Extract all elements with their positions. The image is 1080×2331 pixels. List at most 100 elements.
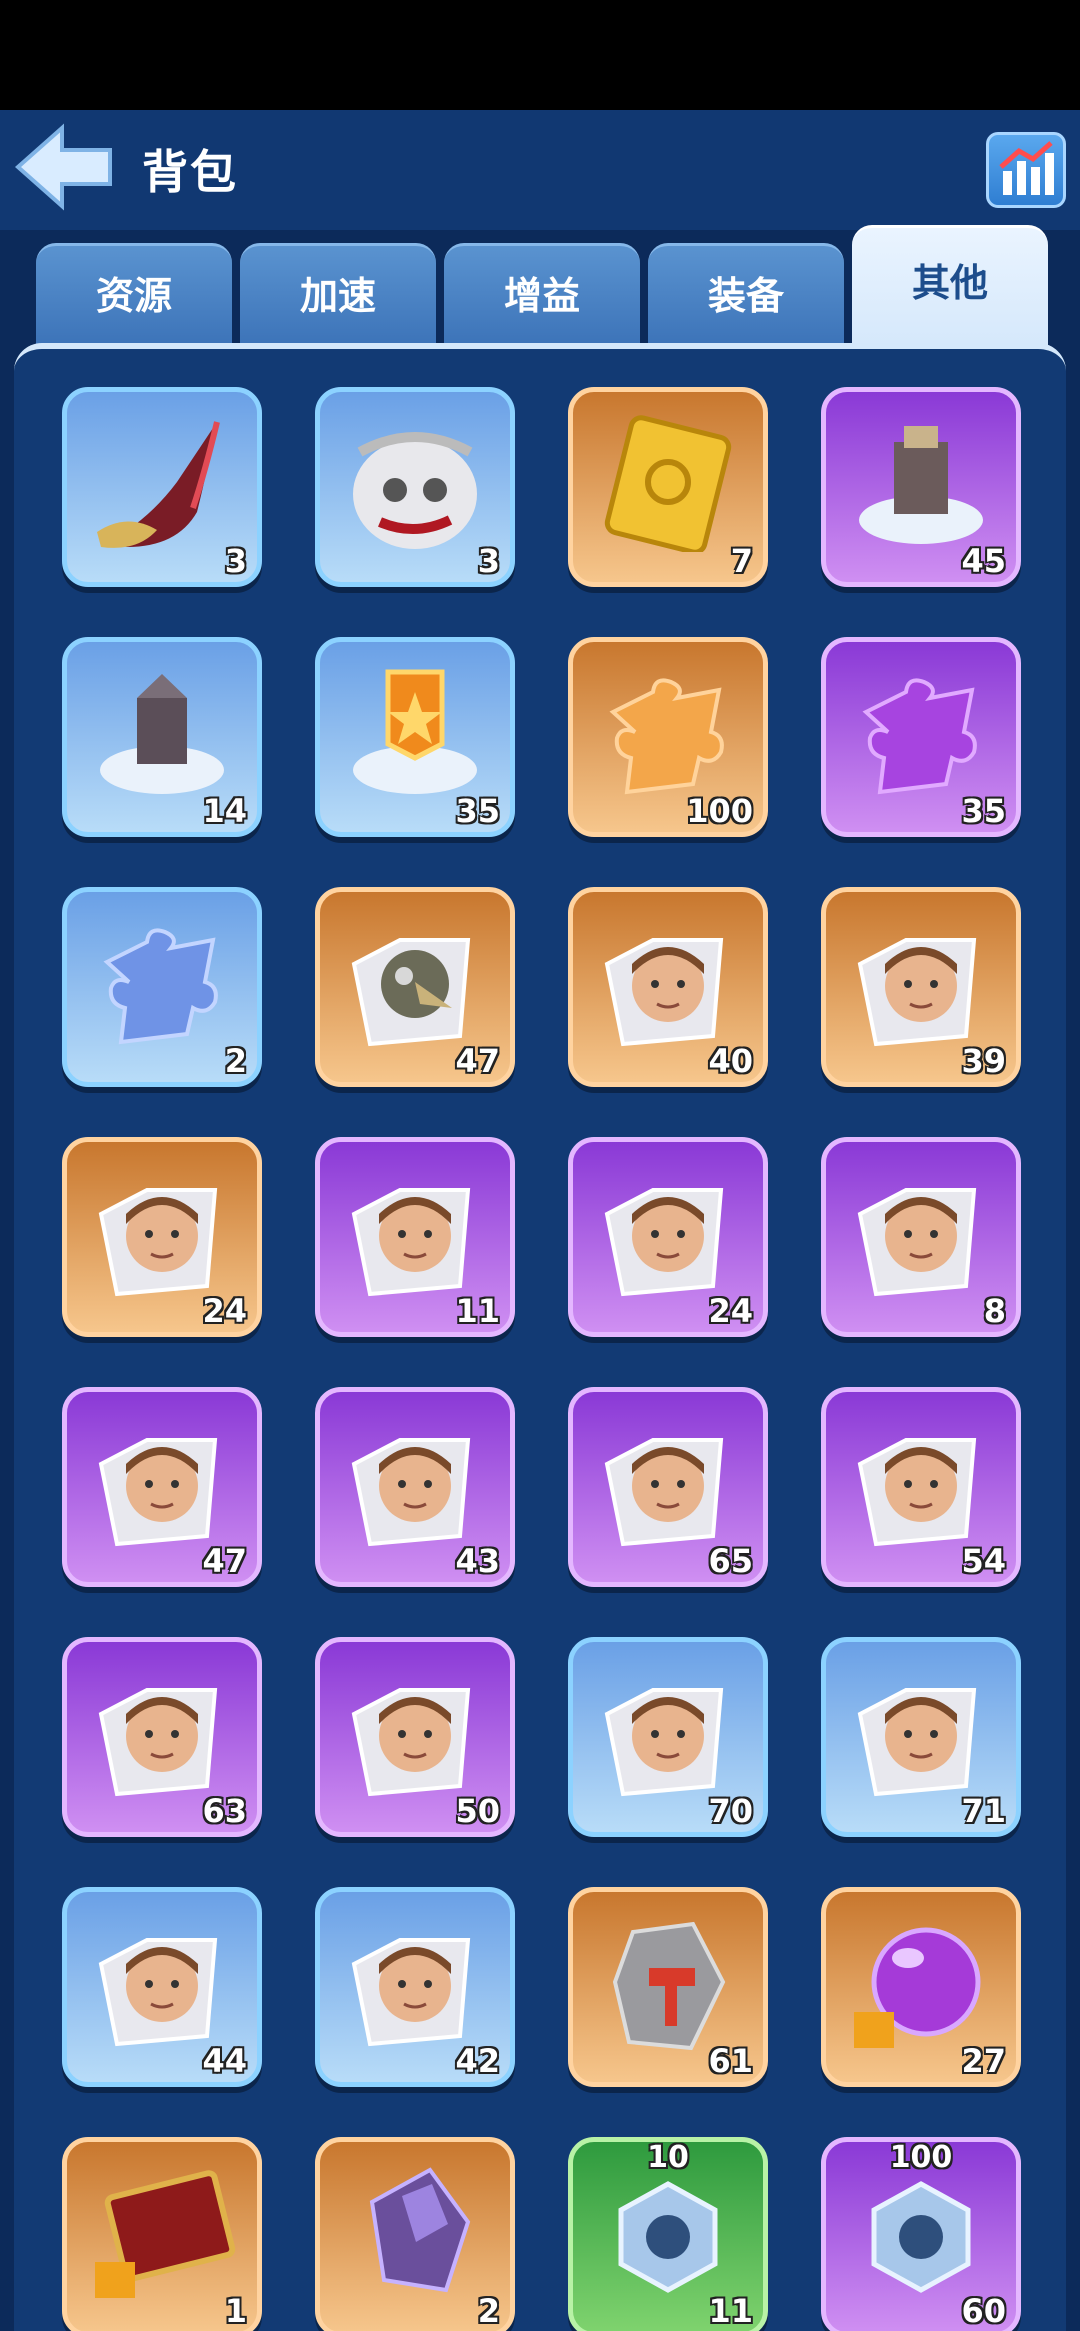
inventory-item[interactable]: 10 11 <box>568 2137 768 2331</box>
tab-bar: 资源 加速 增益 装备 其他 <box>0 225 1080 347</box>
inventory-item[interactable]: 3 <box>62 387 262 587</box>
hero-shard-icon <box>351 1938 471 2047</box>
tab-speedup[interactable]: 加速 <box>240 243 436 347</box>
inventory-item[interactable]: 44 <box>62 1887 262 2087</box>
inventory-item[interactable]: 11 <box>315 1137 515 1337</box>
hammer-stone-icon <box>612 1921 726 2051</box>
blue-puzzle-icon <box>103 928 218 1045</box>
item-count: 2 <box>224 1042 247 1080</box>
hero-shard-icon <box>604 1188 724 1297</box>
item-count: 11 <box>708 2292 753 2330</box>
stats-button[interactable] <box>986 132 1066 208</box>
inventory-item[interactable]: 24 <box>62 1137 262 1337</box>
tab-resources[interactable]: 资源 <box>36 243 232 347</box>
hero-shard-icon <box>857 1688 977 1797</box>
tab-other[interactable]: 其他 <box>852 225 1048 347</box>
item-count: 45 <box>961 542 1006 580</box>
inventory-item[interactable]: 40 <box>568 887 768 1087</box>
inventory-item[interactable]: 54 <box>821 1387 1021 1587</box>
item-count: 47 <box>455 1042 500 1080</box>
inventory-item[interactable]: 61 <box>568 1887 768 2087</box>
tab-boost[interactable]: 增益 <box>444 243 640 347</box>
building-relocate-icon <box>100 674 224 794</box>
item-count: 3 <box>224 542 247 580</box>
inventory-item[interactable]: 1 <box>62 2137 262 2331</box>
purple-orb-icon <box>854 1927 981 2048</box>
item-count: 44 <box>202 2042 247 2080</box>
item-count: 35 <box>455 792 500 830</box>
inventory-item[interactable]: 100 <box>568 637 768 837</box>
item-count: 63 <box>202 1792 247 1830</box>
item-count: 2 <box>477 2292 500 2330</box>
status-bar <box>0 0 1080 110</box>
item-count: 14 <box>202 792 247 830</box>
throne-relocate-icon <box>859 426 983 544</box>
banner-relocate-icon <box>353 669 477 794</box>
red-book-icon <box>95 2170 236 2298</box>
bar-chart-icon <box>999 141 1054 195</box>
inventory-item[interactable]: 50 <box>315 1637 515 1837</box>
hero-shard-icon <box>604 938 724 1047</box>
item-count: 39 <box>961 1042 1006 1080</box>
hero-shard-icon <box>857 1188 977 1297</box>
item-amount-label: 10 <box>647 2140 689 2175</box>
item-count: 71 <box>961 1792 1006 1830</box>
inventory-item[interactable]: 27 <box>821 1887 1021 2087</box>
item-amount-label: 100 <box>889 2140 953 2175</box>
item-count: 24 <box>202 1292 247 1330</box>
item-count: 61 <box>708 2042 753 2080</box>
item-count: 100 <box>686 792 753 830</box>
inventory-item[interactable]: 65 <box>568 1387 768 1587</box>
header: 背包 <box>0 110 1080 230</box>
inventory-item[interactable]: 39 <box>821 887 1021 1087</box>
page-title: 背包 <box>142 145 238 199</box>
inventory-item[interactable]: 35 <box>315 637 515 837</box>
gold-ticket-icon <box>604 415 732 552</box>
item-count: 7 <box>730 542 753 580</box>
item-count: 65 <box>708 1542 753 1580</box>
inventory-item[interactable]: 71 <box>821 1637 1021 1837</box>
item-count: 27 <box>961 2042 1006 2080</box>
hero-shard-icon <box>604 1688 724 1797</box>
inventory-item[interactable]: 47 <box>62 1387 262 1587</box>
inventory-item[interactable]: 8 <box>821 1137 1021 1337</box>
hero-shard-icon <box>857 938 977 1047</box>
hero-shard-icon <box>351 1438 471 1547</box>
inventory-item[interactable]: 14 <box>62 637 262 837</box>
purple-puzzle-icon <box>862 678 977 795</box>
inventory-item[interactable]: 7 <box>568 387 768 587</box>
tab-equipment[interactable]: 装备 <box>648 243 844 347</box>
item-count: 24 <box>708 1292 753 1330</box>
back-button[interactable] <box>14 122 114 212</box>
item-count: 1 <box>224 2292 247 2330</box>
hero-shard-icon <box>351 1188 471 1297</box>
inventory-item[interactable]: 3 <box>315 387 515 587</box>
inventory-item[interactable]: 45 <box>821 387 1021 587</box>
item-count: 8 <box>983 1292 1006 1330</box>
orange-puzzle-icon <box>609 678 724 795</box>
item-count: 43 <box>455 1542 500 1580</box>
inventory-item[interactable]: 100 60 <box>821 2137 1021 2331</box>
hero-shard-icon <box>98 1438 218 1547</box>
inventory-item[interactable]: 2 <box>62 887 262 1087</box>
inventory-item[interactable]: 70 <box>568 1637 768 1837</box>
item-count: 47 <box>202 1542 247 1580</box>
hero-shard-icon <box>98 1688 218 1797</box>
hero-shard-icon <box>98 1938 218 2047</box>
hero-shard-icon <box>604 1438 724 1547</box>
inventory-item[interactable]: 47 <box>315 887 515 1087</box>
back-arrow-icon <box>14 123 112 211</box>
item-count: 40 <box>708 1042 753 1080</box>
inventory-item[interactable]: 35 <box>821 637 1021 837</box>
item-grid: 3 3 7 45 14 35 100 35 2 47 40 39 24 11 24 8 47 43 65 54 63 50… <box>14 343 1066 2331</box>
horn-icon <box>97 421 220 548</box>
inventory-item[interactable]: 42 <box>315 1887 515 2087</box>
item-count: 35 <box>961 792 1006 830</box>
item-count: 42 <box>455 2042 500 2080</box>
inventory-item[interactable]: 63 <box>62 1637 262 1837</box>
inventory-item[interactable]: 2 <box>315 2137 515 2331</box>
inventory-item[interactable]: 43 <box>315 1387 515 1587</box>
inventory-item[interactable]: 24 <box>568 1137 768 1337</box>
item-count: 60 <box>961 2292 1006 2330</box>
hex-bolt-icon <box>871 2181 971 2293</box>
